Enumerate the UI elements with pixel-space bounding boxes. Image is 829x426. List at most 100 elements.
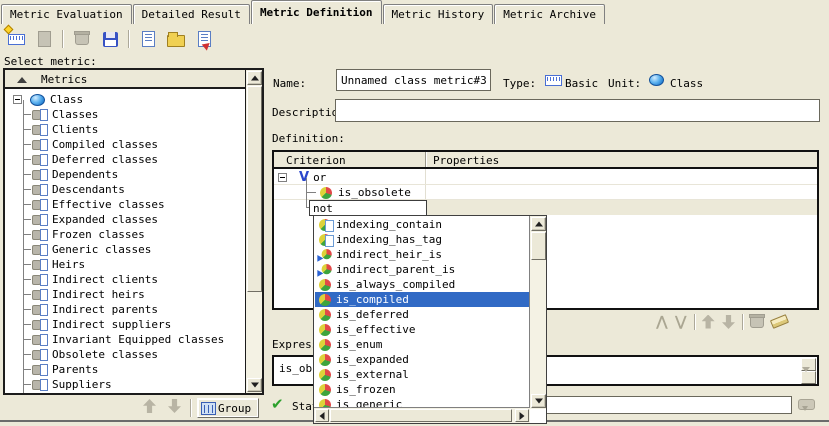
properties-column-header[interactable]: Properties xyxy=(433,154,499,167)
clear-definition-button[interactable] xyxy=(771,317,788,326)
move-metric-up-button[interactable] xyxy=(143,399,156,413)
copy-page-icon xyxy=(38,31,51,47)
criterion-row-is-obsolete[interactable]: is_obsolete xyxy=(320,185,411,200)
delete-metric-button[interactable] xyxy=(72,29,92,49)
criterion-icon xyxy=(319,354,331,366)
dropdown-item[interactable]: is_deferred xyxy=(315,307,530,322)
tree-item[interactable]: Indirect suppliers xyxy=(32,317,258,332)
tree-item[interactable]: Classes xyxy=(32,107,258,122)
criterion-row-label: is_obsolete xyxy=(338,186,411,199)
scroll-left-button[interactable] xyxy=(315,409,329,422)
unit-value: Class xyxy=(670,77,703,90)
or-operator-button[interactable]: ⋁ xyxy=(675,314,687,330)
metric-icon xyxy=(32,184,49,196)
metric-name-input[interactable] xyxy=(336,69,491,91)
tree-item[interactable]: Descendants xyxy=(32,182,258,197)
criterion-edit-combo[interactable]: not xyxy=(309,200,427,216)
dropdown-item-selected[interactable]: is_compiled xyxy=(315,292,530,307)
name-label: Name: xyxy=(273,77,306,90)
tree-item[interactable]: Invariant Equipped classes xyxy=(32,332,258,347)
tree-item[interactable]: Heirs xyxy=(32,257,258,272)
dropdown-vertical-scrollbar[interactable] xyxy=(529,216,546,409)
type-label: Type: xyxy=(503,77,536,90)
metric-icon xyxy=(32,349,49,361)
dropdown-item[interactable]: is_expanded xyxy=(315,352,530,367)
scrollbar-thumb[interactable] xyxy=(330,409,512,422)
comment-bubble-icon[interactable] xyxy=(798,399,815,410)
metric-icon xyxy=(32,334,49,346)
tree-item[interactable]: Effective classes xyxy=(32,197,258,212)
export-metrics-button[interactable] xyxy=(194,29,214,49)
criterion-toolbar: ⋀ ⋁ xyxy=(656,312,788,331)
dropdown-item[interactable]: is_external xyxy=(315,367,530,382)
metric-icon xyxy=(32,244,49,256)
dropdown-item[interactable]: indexing_has_tag xyxy=(315,232,530,247)
tab-metric-definition[interactable]: Metric Definition xyxy=(251,0,382,24)
tree-item[interactable]: Frozen classes xyxy=(32,227,258,242)
copy-metric-button[interactable] xyxy=(34,29,54,49)
tree-item[interactable]: Indirect clients xyxy=(32,272,258,287)
metric-icon xyxy=(32,379,49,391)
save-metric-button[interactable] xyxy=(100,29,120,49)
scroll-up-button[interactable] xyxy=(247,71,262,85)
scrollbar-thumb[interactable] xyxy=(247,86,262,292)
and-operator-button[interactable]: ⋀ xyxy=(656,314,668,330)
scroll-down-button[interactable] xyxy=(247,378,262,392)
move-metric-down-button[interactable] xyxy=(168,399,181,413)
criterion-row-or[interactable]: V or xyxy=(278,170,326,185)
dropdown-item[interactable]: is_enum xyxy=(315,337,530,352)
metric-icon xyxy=(32,124,49,136)
dropdown-item[interactable]: is_effective xyxy=(315,322,530,337)
dropdown-item[interactable]: is_always_compiled xyxy=(315,277,530,292)
collapse-expander-icon[interactable] xyxy=(278,173,287,182)
tab-metric-archive[interactable]: Metric Archive xyxy=(494,4,605,24)
column-separator[interactable] xyxy=(425,152,426,167)
valid-check-icon: ✔ xyxy=(271,395,284,413)
tab-detailed-result[interactable]: Detailed Result xyxy=(133,4,250,24)
expression-scroll-down-button[interactable] xyxy=(801,371,816,384)
tab-metric-evaluation[interactable]: Metric Evaluation xyxy=(1,4,132,24)
move-criterion-down-button[interactable] xyxy=(722,315,735,329)
scroll-right-button[interactable] xyxy=(515,409,529,422)
dropdown-item[interactable]: indexing_contain xyxy=(315,217,530,232)
scrollbar-thumb[interactable] xyxy=(531,232,546,260)
metric-icon xyxy=(32,109,49,121)
group-toggle-button[interactable]: Group xyxy=(197,398,259,418)
tree-item[interactable]: Indirect parents xyxy=(32,302,258,317)
metric-icon xyxy=(32,274,49,286)
tree-item[interactable]: Generic classes xyxy=(32,242,258,257)
tree-item[interactable]: Parents xyxy=(32,362,258,377)
tree-item-clipped[interactable]: Unnamed class metric#3 xyxy=(32,392,258,395)
move-criterion-up-button[interactable] xyxy=(702,315,715,329)
criterion-column-header[interactable]: Criterion xyxy=(286,154,346,167)
toolbar-separator xyxy=(62,30,64,48)
tree-item-class-root[interactable]: Class xyxy=(13,92,239,107)
tree-item[interactable]: Suppliers xyxy=(32,377,258,392)
tree-item[interactable]: Deferred classes xyxy=(32,152,258,167)
collapse-expander-icon[interactable] xyxy=(13,95,22,104)
toolbar-separator xyxy=(128,30,130,48)
dropdown-item[interactable]: indirect_heir_is xyxy=(315,247,530,262)
trash-icon xyxy=(75,33,89,45)
unit-label: Unit: xyxy=(608,77,641,90)
load-metrics-button[interactable] xyxy=(138,29,158,49)
tree-item[interactable]: Dependents xyxy=(32,167,258,182)
description-input[interactable] xyxy=(335,99,820,122)
delete-criterion-button[interactable] xyxy=(750,316,764,328)
scroll-down-button[interactable] xyxy=(531,394,546,408)
tree-item[interactable]: Clients xyxy=(32,122,258,137)
scroll-up-button[interactable] xyxy=(531,217,546,231)
tree-item[interactable]: Obsolete classes xyxy=(32,347,258,362)
tree-vertical-scrollbar[interactable] xyxy=(245,70,262,393)
tree-item[interactable]: Indirect heirs xyxy=(32,287,258,302)
dropdown-item[interactable]: indirect_parent_is xyxy=(315,262,530,277)
description-label: Description xyxy=(272,106,345,119)
dropdown-horizontal-scrollbar[interactable] xyxy=(314,407,530,423)
tree-item[interactable]: Compiled classes xyxy=(32,137,258,152)
open-metric-file-button[interactable] xyxy=(166,29,186,49)
tree-item[interactable]: Expanded classes xyxy=(32,212,258,227)
tree-column-header[interactable]: Metrics xyxy=(5,70,245,89)
new-metric-button[interactable] xyxy=(6,29,26,49)
dropdown-item[interactable]: is_frozen xyxy=(315,382,530,397)
tab-metric-history[interactable]: Metric History xyxy=(383,4,494,24)
